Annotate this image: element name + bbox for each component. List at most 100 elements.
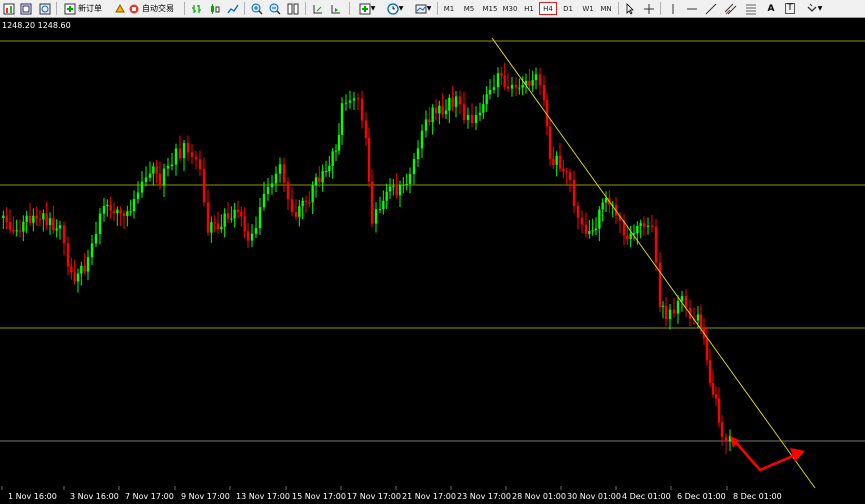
indicators-icon xyxy=(359,3,371,14)
candle-body xyxy=(90,243,94,258)
candle-body xyxy=(485,94,488,105)
candle-body xyxy=(94,233,98,244)
candle-body xyxy=(696,314,700,321)
candle-body xyxy=(382,200,385,210)
candle-body xyxy=(116,209,119,213)
candle-body xyxy=(102,205,106,214)
chart-shift-icon[interactable] xyxy=(311,1,325,16)
candle-body xyxy=(136,192,140,199)
candle-body xyxy=(680,296,684,301)
candle-body xyxy=(565,171,568,173)
periods-dropdown[interactable]: ▼ xyxy=(383,1,407,16)
trendline-icon[interactable] xyxy=(704,1,718,16)
zoom-out-icon[interactable] xyxy=(268,1,282,16)
candle-body xyxy=(223,213,226,227)
cursor-icon[interactable] xyxy=(623,1,637,16)
auto-trading-button[interactable]: 自动交易 xyxy=(108,1,180,16)
time-tick-label: 15 Nov 17:00 xyxy=(292,492,346,501)
candle-body xyxy=(62,225,66,244)
templates-dropdown[interactable]: ▼ xyxy=(411,1,435,16)
timeframe-d1[interactable]: D1 xyxy=(560,2,576,15)
candle-body xyxy=(140,181,144,193)
time-tick-label: 8 Dec 01:00 xyxy=(733,492,782,501)
candle-body xyxy=(58,225,62,229)
new-chart-icon[interactable] xyxy=(2,1,16,16)
candle-body xyxy=(52,218,55,231)
timeframe-h4[interactable]: H4 xyxy=(539,2,557,15)
timeframe-m1[interactable]: M1 xyxy=(441,2,457,15)
tile-windows-icon[interactable] xyxy=(286,1,300,16)
indicators-dropdown[interactable]: ▼ xyxy=(355,1,379,16)
candle-body xyxy=(98,213,102,234)
candle-body xyxy=(708,360,712,383)
text-tool-button[interactable]: A xyxy=(764,1,778,16)
candle-body xyxy=(182,143,186,159)
candle-body xyxy=(73,272,76,282)
candle-body xyxy=(658,262,662,307)
crosshair-icon[interactable] xyxy=(642,1,656,16)
candle-body xyxy=(552,158,555,165)
new-order-button[interactable]: 新订单 xyxy=(60,1,106,16)
market-watch-icon[interactable] xyxy=(38,1,52,16)
candle-body xyxy=(202,169,206,203)
candle-body xyxy=(503,75,506,87)
text-label-tool-button[interactable]: T xyxy=(783,1,797,16)
candle-body xyxy=(206,202,210,233)
candle-body xyxy=(178,148,182,159)
profiles-icon[interactable] xyxy=(19,1,33,16)
timeframe-h1[interactable]: H1 xyxy=(521,2,537,15)
candle-body xyxy=(510,84,514,89)
auto-scroll-icon[interactable] xyxy=(329,1,343,16)
candle-body xyxy=(438,105,441,114)
timeframe-w1[interactable]: W1 xyxy=(580,2,596,15)
candle-body xyxy=(2,215,5,218)
candle-body xyxy=(213,222,216,224)
candle-body xyxy=(580,217,584,225)
main-toolbar: 新订单 自动交易 ▼ ▼ ▼ M1 M5 M15 M30 H1 H4 D1 W1… xyxy=(0,0,865,18)
channel-icon[interactable] xyxy=(723,1,739,16)
timeframe-m15[interactable]: M15 xyxy=(481,2,499,15)
zoom-in-icon[interactable] xyxy=(250,1,264,16)
time-tick-label: 28 Nov 01:00 xyxy=(512,492,566,501)
arrows-dropdown[interactable]: ▼ xyxy=(802,1,826,16)
candle-body xyxy=(416,148,420,160)
timeframe-m5[interactable]: M5 xyxy=(461,2,477,15)
candle-body xyxy=(572,179,576,207)
candle-body xyxy=(356,98,360,100)
candle-body xyxy=(194,156,198,160)
candle-body xyxy=(80,265,83,274)
price-chart[interactable]: 1248.20 1248.60 1 Nov 16:00 3 Nov 16:00 7 … xyxy=(0,18,865,504)
candle-body xyxy=(405,183,408,185)
candle-body xyxy=(321,171,324,183)
candle-body xyxy=(562,168,565,172)
timeframe-mn[interactable]: MN xyxy=(598,2,614,15)
candle-body xyxy=(158,173,162,186)
candle-body xyxy=(388,186,392,192)
candle-body xyxy=(482,104,485,113)
bar-chart-icon[interactable] xyxy=(190,1,204,16)
candle-body xyxy=(126,211,129,217)
line-chart-icon[interactable] xyxy=(226,1,240,16)
candle-body xyxy=(444,110,448,115)
candle-body xyxy=(548,126,552,159)
vertical-line-icon[interactable] xyxy=(666,1,680,16)
fibonacci-icon[interactable] xyxy=(744,1,758,16)
candle-body xyxy=(714,394,718,399)
candle-body xyxy=(528,80,531,86)
candle-body xyxy=(506,86,510,89)
candle-body xyxy=(318,177,321,183)
timeframe-m30[interactable]: M30 xyxy=(501,2,519,15)
candle-body xyxy=(266,187,270,194)
horizontal-line-icon[interactable] xyxy=(685,1,699,16)
candle-body xyxy=(521,84,524,88)
candle-body xyxy=(328,165,331,172)
candle-body xyxy=(378,209,382,211)
candle-body xyxy=(122,213,126,217)
candle-body xyxy=(246,231,250,241)
candle-body xyxy=(294,212,298,217)
arrow-tool-icon xyxy=(807,3,817,12)
candle-body xyxy=(28,215,32,223)
candlestick-chart-icon[interactable] xyxy=(208,1,222,16)
candle-body xyxy=(334,150,338,152)
chevron-down-icon: ▼ xyxy=(398,5,404,12)
